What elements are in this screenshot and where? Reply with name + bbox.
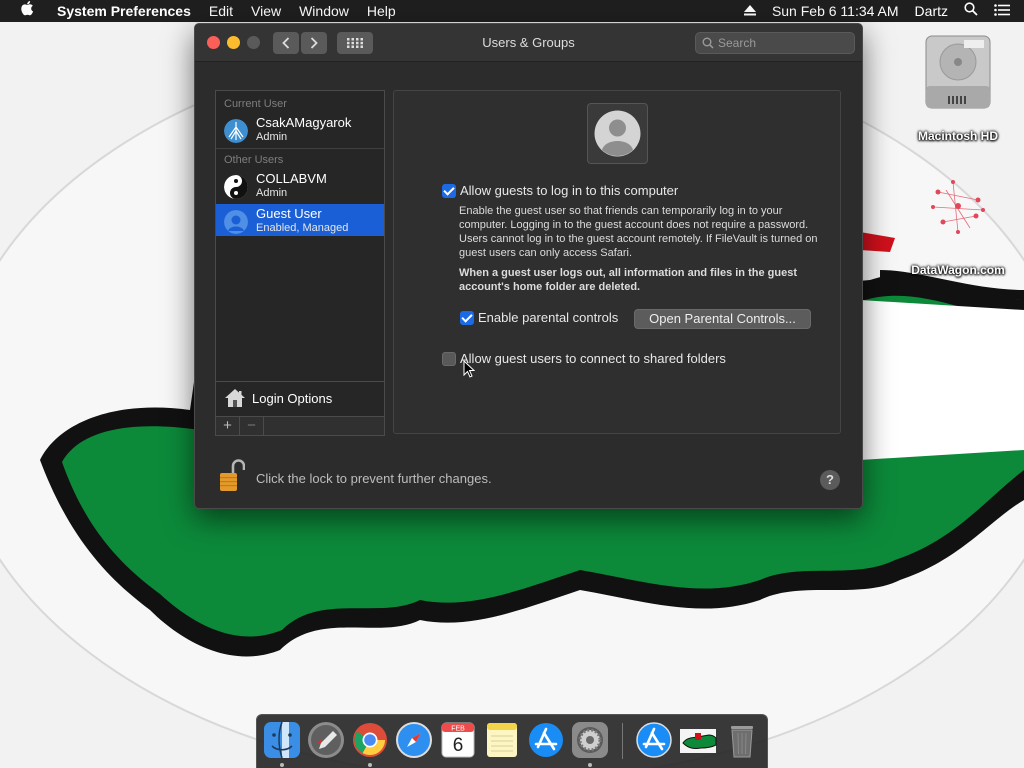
house-icon	[225, 389, 245, 407]
app-store-download-icon[interactable]	[635, 721, 673, 759]
menu-app-name[interactable]: System Preferences	[48, 0, 200, 22]
search-icon	[702, 37, 714, 49]
add-remove-bar: + −	[216, 416, 384, 436]
running-indicator	[588, 763, 592, 767]
allow-guests-label[interactable]: Allow guests to log in to this computer	[460, 183, 678, 198]
login-options-button[interactable]: Login Options	[216, 381, 384, 415]
user-role: Admin	[256, 187, 288, 199]
add-user-button[interactable]: +	[216, 417, 240, 436]
shared-folders-label[interactable]: Allow guest users to connect to shared f…	[460, 351, 726, 366]
desktop-icon-macintosh-hd[interactable]: Macintosh HD	[903, 32, 1013, 143]
dock-separator	[622, 723, 623, 759]
user-row-csakamagyarok[interactable]: CsakAMagyarok Admin	[216, 113, 384, 147]
guest-avatar-icon	[224, 210, 248, 234]
allow-guests-checkbox[interactable]	[442, 184, 456, 198]
other-users-label: Other Users	[224, 154, 284, 166]
users-sidebar: Current User CsakAMagyarok Admin Other U…	[215, 90, 385, 436]
spotlight-search-icon[interactable]	[956, 0, 986, 22]
help-button[interactable]: ?	[820, 470, 840, 490]
notes-icon[interactable]	[483, 721, 521, 759]
menu-user[interactable]: Dartz	[907, 0, 956, 22]
apple-menu-icon[interactable]	[0, 0, 48, 23]
menu-help[interactable]: Help	[358, 0, 405, 22]
user-name: Guest User	[256, 206, 322, 221]
unlocked-padlock-icon[interactable]	[219, 458, 245, 492]
menu-edit[interactable]: Edit	[200, 0, 242, 22]
datawagon-icon	[931, 180, 985, 234]
parental-controls-label[interactable]: Enable parental controls	[478, 310, 618, 325]
chrome-icon[interactable]	[351, 721, 389, 759]
dock: FEB 6	[256, 714, 768, 768]
window-titlebar[interactable]: Users & Groups Search	[195, 24, 862, 62]
desktop-icon-label: Macintosh HD	[917, 129, 998, 143]
desktop-icon-datawagon[interactable]: DataWagon.com	[903, 172, 1013, 277]
user-row-collabvm[interactable]: COLLABVM Admin	[216, 169, 384, 203]
running-indicator	[368, 763, 372, 767]
yin-yang-avatar-icon	[224, 175, 248, 199]
lock-message: Click the lock to prevent further change…	[256, 471, 492, 486]
app-store-icon[interactable]	[527, 721, 565, 759]
eject-icon[interactable]	[736, 0, 764, 22]
user-role: Admin	[256, 131, 288, 143]
notification-center-icon[interactable]	[986, 0, 1024, 22]
calendar-day: 6	[453, 735, 464, 756]
menu-window[interactable]: Window	[290, 0, 358, 22]
parental-controls-checkbox[interactable]	[460, 311, 474, 325]
user-name: COLLABVM	[256, 171, 327, 186]
guest-settings-panel: Allow guests to log in to this computer …	[393, 90, 841, 434]
desktop-icon-label: DataWagon.com	[911, 263, 1005, 277]
mouse-pointer-icon	[463, 360, 475, 378]
calendar-icon[interactable]: FEB 6	[439, 721, 477, 759]
user-name: CsakAMagyarok	[256, 115, 352, 130]
guest-picture[interactable]	[587, 103, 648, 164]
guest-logout-warning: When a guest user logs out, all informat…	[459, 267, 797, 293]
search-field[interactable]: Search	[695, 32, 855, 54]
open-parental-controls-button[interactable]: Open Parental Controls...	[634, 309, 811, 329]
shared-folders-checkbox[interactable]	[442, 352, 456, 366]
current-user-label: Current User	[224, 98, 287, 110]
users-groups-window: Users & Groups Search Current User CsakA…	[194, 23, 863, 509]
login-options-label: Login Options	[252, 391, 333, 406]
calendar-month: FEB	[451, 726, 465, 733]
trash-icon[interactable]	[723, 721, 761, 759]
user-avatar-icon	[224, 119, 248, 143]
user-silhouette-icon	[594, 110, 641, 157]
user-role: Enabled, Managed	[256, 222, 349, 234]
running-indicator	[280, 763, 284, 767]
user-row-guest[interactable]: Guest User Enabled, Managed	[216, 204, 384, 236]
sidebar-divider	[216, 148, 384, 149]
system-preferences-icon[interactable]	[571, 721, 609, 759]
hard-drive-icon	[925, 35, 991, 109]
launchpad-icon[interactable]	[307, 721, 345, 759]
remove-user-button[interactable]: −	[240, 417, 264, 436]
menu-bar: System Preferences Edit View Window Help…	[0, 0, 1024, 22]
menu-clock[interactable]: Sun Feb 6 11:34 AM	[764, 0, 907, 22]
finder-icon[interactable]	[263, 721, 301, 759]
wallpaper-thumbnail-icon[interactable]	[679, 721, 717, 759]
menu-view[interactable]: View	[242, 0, 290, 22]
guest-description: Enable the guest user so that friends ca…	[459, 205, 818, 259]
search-placeholder: Search	[718, 36, 757, 50]
safari-icon[interactable]	[395, 721, 433, 759]
